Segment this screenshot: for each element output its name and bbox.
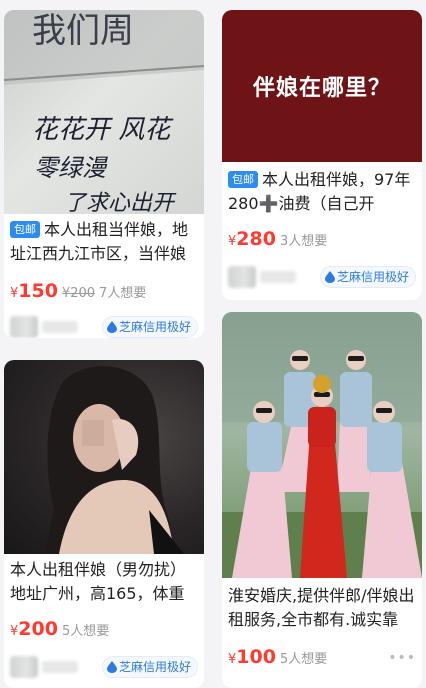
price-row-4: ¥100 5人想要 bbox=[228, 646, 327, 668]
price: ¥100 bbox=[228, 646, 276, 668]
listing-image-4[interactable] bbox=[222, 312, 422, 578]
seller-name-blurred bbox=[42, 661, 78, 673]
handwriting-line-2: 零绿漫 bbox=[34, 154, 108, 182]
credit-badge: 芝麻信用极好 bbox=[319, 266, 416, 288]
handwriting-line-1: 花花开 风花 bbox=[32, 115, 174, 145]
banner-text: 伴娘在哪里？ bbox=[252, 76, 391, 101]
listing-title-1[interactable]: 包邮 本人出租当伴娘，地址江西九江市区，当伴娘 bbox=[10, 218, 198, 266]
price-row-3: ¥200 5人想要 bbox=[10, 618, 109, 640]
more-icon[interactable]: ••• bbox=[388, 650, 416, 666]
listing-card-2[interactable]: 伴娘在哪里？ 包邮 本人出租伴娘，97年 280➕油费（自己开 ¥280 3人想要 … bbox=[222, 10, 422, 300]
listing-image-3[interactable] bbox=[4, 360, 204, 554]
listing-title-3[interactable]: 本人出租伴娘（男勿扰）地址广州，高165，体重 bbox=[10, 558, 198, 606]
sesame-credit-icon bbox=[106, 321, 117, 333]
wants-count: 3人想要 bbox=[279, 234, 328, 249]
listing-image-1[interactable]: 我们周 花花开 风花 零绿漫 了求心出开 bbox=[4, 10, 204, 214]
seller-row-2[interactable]: 芝麻信用极好 bbox=[228, 266, 416, 288]
wants-count: 5人想要 bbox=[61, 624, 110, 639]
price-row-1: ¥150 ¥200 7人想要 bbox=[10, 280, 146, 302]
seller-name-blurred bbox=[42, 321, 78, 333]
sesame-credit-icon bbox=[324, 271, 335, 283]
listing-card-4[interactable]: 淮安婚庆,提供伴郎/伴娘出租服务,全市都有.诚实靠 ¥100 5人想要 ••• bbox=[222, 312, 422, 688]
woman-photo bbox=[44, 366, 184, 554]
avatar[interactable] bbox=[10, 656, 38, 678]
credit-badge: 芝麻信用极好 bbox=[101, 316, 198, 338]
free-shipping-badge: 包邮 bbox=[10, 221, 40, 238]
credit-badge: 芝麻信用极好 bbox=[101, 656, 198, 678]
sesame-credit-icon bbox=[106, 661, 117, 673]
wants-count: 5人想要 bbox=[279, 652, 328, 667]
price: ¥150 bbox=[10, 280, 58, 302]
listing-card-1[interactable]: 我们周 花花开 风花 零绿漫 了求心出开 包邮 本人出租当伴娘，地址江西九江市区，… bbox=[4, 10, 204, 338]
avatar[interactable] bbox=[228, 266, 256, 288]
bridesmaids-photo bbox=[222, 312, 422, 578]
price: ¥200 bbox=[10, 618, 58, 640]
seller-row-1[interactable]: 芝麻信用极好 bbox=[10, 316, 198, 338]
handwriting-line-3: 了求心出开 bbox=[64, 191, 177, 214]
seller-row-3[interactable]: 芝麻信用极好 bbox=[10, 656, 198, 678]
wants-count: 7人想要 bbox=[99, 286, 147, 301]
price-row-2: ¥280 3人想要 bbox=[228, 228, 327, 250]
price: ¥280 bbox=[228, 228, 276, 250]
original-price: ¥200 bbox=[61, 286, 96, 301]
free-shipping-badge: 包邮 bbox=[228, 171, 258, 188]
listing-image-2[interactable]: 伴娘在哪里？ bbox=[222, 10, 422, 162]
seller-name-blurred bbox=[260, 271, 296, 283]
handwriting-photo: 我们周 花花开 风花 零绿漫 了求心出开 bbox=[4, 10, 204, 214]
image-caption: 我们周 bbox=[32, 11, 134, 51]
listing-title-4[interactable]: 淮安婚庆,提供伴郎/伴娘出租服务,全市都有.诚实靠 bbox=[228, 584, 416, 632]
listing-title-2[interactable]: 包邮 本人出租伴娘，97年 280➕油费（自己开 bbox=[228, 168, 416, 216]
avatar[interactable] bbox=[10, 316, 38, 338]
listing-card-3[interactable]: 本人出租伴娘（男勿扰）地址广州，高165，体重 ¥200 5人想要 芝麻信用极好 bbox=[4, 360, 204, 688]
